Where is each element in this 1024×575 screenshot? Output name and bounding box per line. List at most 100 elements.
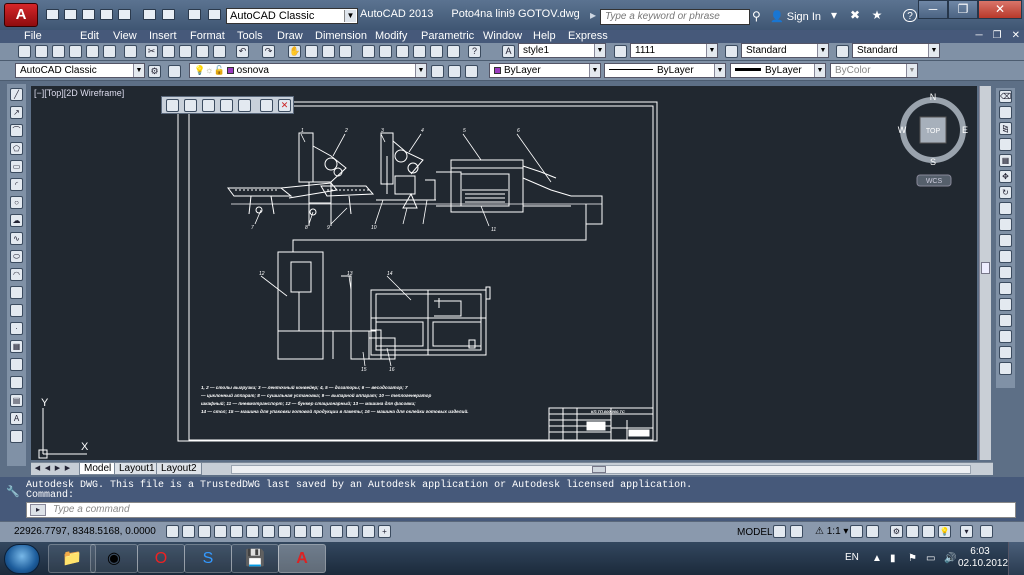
annotation-visibility-icon[interactable] — [850, 525, 863, 538]
hatch-icon[interactable]: ▦ — [10, 340, 23, 353]
ortho-mode-icon[interactable] — [214, 525, 227, 538]
preview-icon[interactable] — [86, 45, 99, 58]
tray-network-icon[interactable]: ▮ — [890, 553, 896, 564]
command-recent-icon[interactable]: ▸ — [30, 504, 46, 516]
match-properties-icon[interactable] — [196, 45, 209, 58]
plot-icon[interactable] — [143, 9, 156, 20]
menu-window[interactable]: Window — [483, 30, 522, 43]
system-clock[interactable]: 6:03 02.10.2012 — [958, 546, 1008, 570]
viewcube[interactable]: TOP N S E W WCS — [888, 90, 977, 200]
redo-icon[interactable]: ↷ — [262, 45, 275, 58]
plot-icon[interactable] — [69, 45, 82, 58]
menu-draw[interactable]: Draw — [277, 30, 303, 43]
menu-insert[interactable]: Insert — [149, 30, 177, 43]
blend-curves-icon[interactable] — [999, 346, 1012, 359]
menu-file[interactable]: File — [24, 30, 42, 43]
3d-object-snap-icon[interactable] — [262, 525, 275, 538]
auto-scale-icon[interactable] — [866, 525, 879, 538]
vertical-scrollbar[interactable] — [979, 86, 991, 460]
multileader-style-dropdown[interactable]: Standard ▼ — [852, 43, 940, 58]
language-indicator[interactable]: EN — [845, 552, 859, 563]
text-style-dropdown[interactable]: style1 ▼ — [518, 43, 606, 58]
save-icon[interactable] — [52, 45, 65, 58]
make-object-layer-current-icon[interactable] — [431, 65, 444, 78]
lineweight-toggle-icon[interactable] — [330, 525, 343, 538]
text-style-icon[interactable]: A — [502, 45, 515, 58]
snap-mode-icon[interactable] — [182, 525, 195, 538]
workspace-settings-icon[interactable]: ⚙ — [148, 65, 161, 78]
layer-previous-icon[interactable] — [448, 65, 461, 78]
new-file-icon[interactable] — [46, 9, 59, 20]
tab-layout2[interactable]: Layout2 — [156, 463, 202, 475]
rotate-icon[interactable]: ↻ — [999, 186, 1012, 199]
object-snap-icon[interactable] — [246, 525, 259, 538]
exchange-icon[interactable]: ✖ — [848, 9, 862, 22]
dropdown-arrow-icon[interactable]: ▾ — [827, 9, 841, 22]
horizontal-scroll-thumb[interactable] — [592, 466, 606, 473]
layer-dropdown[interactable]: 💡☼🔓 osnova ▼ — [189, 63, 427, 78]
right-view-icon[interactable] — [238, 99, 251, 112]
point-icon[interactable]: · — [10, 322, 23, 335]
paste-icon[interactable] — [179, 45, 192, 58]
chrome-taskbar-icon[interactable]: ◉ — [90, 544, 138, 573]
table-style-dropdown[interactable]: Standard ▼ — [741, 43, 829, 58]
infocenter-search-input[interactable]: Type a keyword or phrase — [600, 9, 750, 25]
cut-icon[interactable]: ✂ — [145, 45, 158, 58]
workspace-toolbar-dropdown[interactable]: AutoCAD Classic ▼ — [15, 63, 145, 78]
isolate-objects-icon[interactable]: 💡 — [938, 525, 951, 538]
close-button[interactable]: ✕ — [978, 0, 1022, 19]
application-menu-button[interactable]: A — [4, 3, 38, 27]
make-block-icon[interactable] — [10, 304, 23, 317]
help-icon[interactable]: ? — [468, 45, 481, 58]
lock-ui-icon[interactable] — [906, 525, 919, 538]
menu-parametric[interactable]: Parametric — [421, 30, 474, 43]
workspace-dropdown[interactable]: AutoCAD Classic ▼ — [226, 8, 358, 24]
infer-constraints-icon[interactable] — [166, 525, 179, 538]
table-icon[interactable]: ▤ — [10, 394, 23, 407]
tray-display-icon[interactable]: ▭ — [926, 553, 935, 564]
help-icon[interactable]: ? — [903, 9, 917, 22]
menu-help[interactable]: Help — [533, 30, 556, 43]
clean-screen-icon[interactable] — [980, 525, 993, 538]
join-icon[interactable] — [999, 298, 1012, 311]
copy-object-icon[interactable] — [999, 106, 1012, 119]
match-properties-icon[interactable] — [208, 9, 221, 20]
left-view-icon[interactable] — [220, 99, 233, 112]
circle-icon[interactable]: ○ — [10, 196, 23, 209]
selection-cycling-icon[interactable]: + — [378, 525, 391, 538]
open-icon[interactable] — [35, 45, 48, 58]
sign-in-button[interactable]: 👤 Sign In — [770, 10, 821, 23]
save-as-icon[interactable] — [100, 9, 113, 20]
infocenter-arrow-icon[interactable]: ▸ — [586, 9, 600, 22]
mtext-icon[interactable]: A — [10, 412, 23, 425]
add-selected-icon[interactable] — [10, 430, 23, 443]
search-icon[interactable]: ⚲ — [752, 9, 766, 23]
save-icon[interactable] — [82, 9, 95, 20]
hardware-acceleration-icon[interactable] — [922, 525, 935, 538]
block-editor-icon[interactable] — [213, 45, 226, 58]
dynamic-ucs-icon[interactable] — [294, 525, 307, 538]
linetype-dropdown[interactable]: ByLayer ▼ — [604, 63, 726, 78]
3dprint-icon[interactable] — [124, 45, 137, 58]
ellipse-icon[interactable]: ⬭ — [10, 250, 23, 263]
drawing-area[interactable]: [−][Top][2D Wireframe] 1 2 3 4 5 6 7 8 9… — [31, 86, 977, 460]
prev-tab-icon[interactable]: ◀ — [43, 464, 52, 474]
menu-express[interactable]: Express — [568, 30, 608, 43]
copy-icon[interactable] — [162, 45, 175, 58]
arc-icon[interactable]: ◜ — [10, 178, 23, 191]
array-icon[interactable]: ▦ — [999, 154, 1012, 167]
zoom-window-icon[interactable] — [322, 45, 335, 58]
transparency-icon[interactable] — [346, 525, 359, 538]
named-views-icon[interactable] — [166, 99, 179, 112]
color-dropdown[interactable]: ByLayer ▼ — [489, 63, 601, 78]
tray-volume-icon[interactable]: 🔊 — [944, 553, 956, 564]
object-snap-tracking-icon[interactable] — [278, 525, 291, 538]
menu-dimension[interactable]: Dimension — [315, 30, 367, 43]
restore-button[interactable]: ❐ — [948, 0, 978, 19]
menu-tools[interactable]: Tools — [237, 30, 263, 43]
construction-line-icon[interactable]: ↗ — [10, 106, 23, 119]
polar-tracking-icon[interactable] — [230, 525, 243, 538]
favorites-icon[interactable]: ★ — [870, 9, 884, 22]
chamfer-icon[interactable] — [999, 314, 1012, 327]
undo-icon[interactable] — [162, 9, 175, 20]
